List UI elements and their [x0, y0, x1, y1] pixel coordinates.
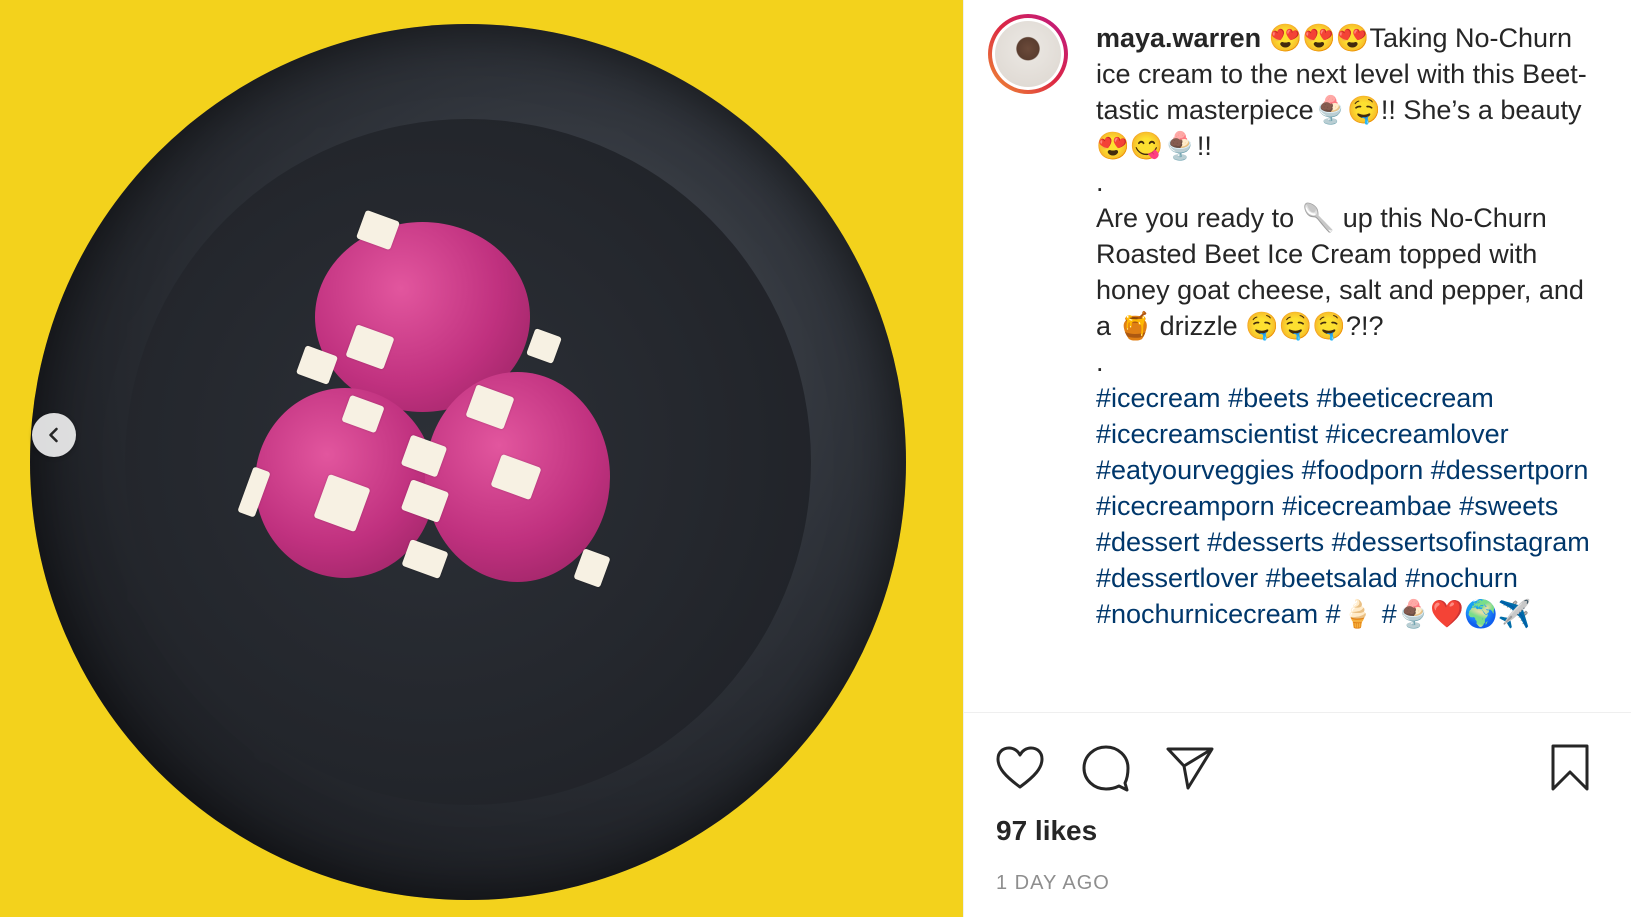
post-timestamp[interactable]: 1 DAY AGO	[996, 872, 1110, 895]
previous-image-button[interactable]	[32, 413, 76, 457]
hashtag-link[interactable]: #beetsalad	[1266, 563, 1398, 593]
caption-text: Are you ready to 🥄 up this No-Churn Roas…	[1096, 203, 1584, 341]
hashtag-link[interactable]: #nochurnicecream	[1096, 599, 1318, 629]
hashtag-list: #icecream #beets #beeticecream #icecream…	[1096, 380, 1596, 632]
post-sidebar: maya.warren 😍😍😍Taking No-Churn ice cream…	[963, 0, 1631, 917]
hashtag-link[interactable]: #icecreamporn	[1096, 491, 1275, 521]
hashtag-link[interactable]: #dessertlover	[1096, 563, 1258, 593]
caption-area: maya.warren 😍😍😍Taking No-Churn ice cream…	[964, 0, 1631, 712]
like-button[interactable]	[994, 742, 1046, 794]
hashtag-link[interactable]: #eatyourveggies	[1096, 455, 1294, 485]
hashtag-link[interactable]: #dessertsofinstagram	[1332, 527, 1590, 557]
instagram-post: maya.warren 😍😍😍Taking No-Churn ice cream…	[0, 0, 1631, 917]
share-button[interactable]	[1164, 742, 1216, 794]
paper-plane-icon	[1166, 747, 1214, 790]
comment-button[interactable]	[1080, 742, 1132, 794]
hashtag-link[interactable]: #beeticecream	[1317, 383, 1494, 413]
hashtag-link[interactable]: #desserts	[1207, 527, 1324, 557]
hashtag-link[interactable]: #foodporn	[1302, 455, 1424, 485]
post-caption: maya.warren 😍😍😍Taking No-Churn ice cream…	[1096, 20, 1596, 632]
save-button[interactable]	[1544, 742, 1596, 794]
hashtag-link[interactable]: #🍨❤️🌍✈️	[1382, 599, 1532, 629]
hashtag-link[interactable]: #dessertporn	[1431, 455, 1589, 485]
hashtag-link[interactable]: #icecream	[1096, 383, 1221, 413]
hashtag-link[interactable]: #nochurn	[1405, 563, 1518, 593]
username-link[interactable]: maya.warren	[1096, 23, 1261, 53]
chevron-left-icon	[49, 427, 58, 443]
divider	[964, 712, 1631, 713]
action-bar	[994, 742, 1604, 798]
hashtag-link[interactable]: #sweets	[1459, 491, 1558, 521]
hashtag-link[interactable]: #dessert	[1096, 527, 1200, 557]
heart-icon	[996, 746, 1044, 789]
caption-text: .	[1096, 167, 1104, 197]
caption-text: .	[1096, 347, 1104, 377]
post-image[interactable]	[0, 0, 963, 917]
avatar-image	[995, 21, 1061, 87]
bookmark-icon	[1551, 744, 1589, 791]
hashtag-link[interactable]: #icecreamlover	[1326, 419, 1509, 449]
hashtag-link[interactable]: #beets	[1228, 383, 1309, 413]
comment-bubble-icon	[1082, 745, 1130, 792]
hashtag-link[interactable]: #icecreambae	[1282, 491, 1452, 521]
avatar[interactable]	[988, 14, 1068, 94]
hashtag-link[interactable]: #icecreamscientist	[1096, 419, 1318, 449]
hashtag-link[interactable]: #🍦	[1326, 599, 1375, 629]
likes-count[interactable]: 97 likes	[996, 815, 1097, 847]
